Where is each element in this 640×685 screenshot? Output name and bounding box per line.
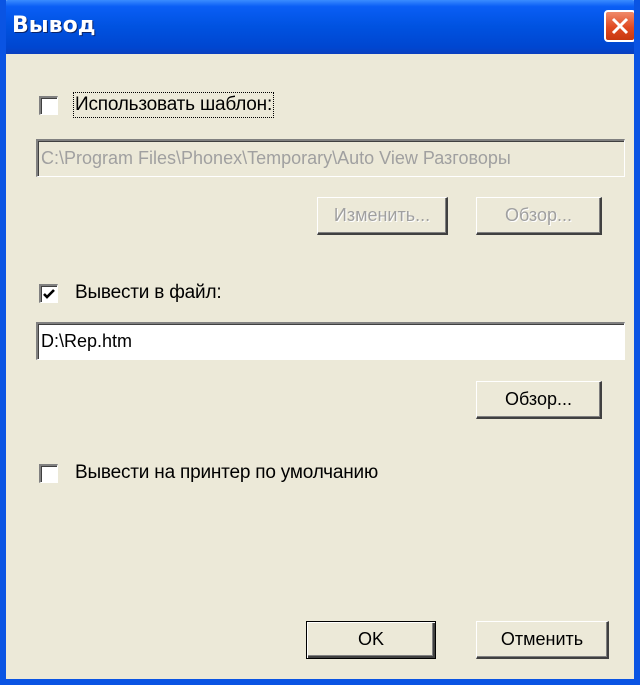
browse-file-button[interactable]: Обзор... <box>476 381 602 419</box>
ok-button[interactable]: OK <box>306 621 436 659</box>
printer-checkbox[interactable] <box>39 463 58 483</box>
dialog-body: Использовать шаблон: C:\Program Files\Ph… <box>6 54 634 679</box>
output-file-path-input[interactable]: D:\Rep.htm <box>36 322 625 360</box>
edit-template-button: Изменить... <box>317 197 448 235</box>
printer-label[interactable]: Вывести на принтер по умолчанию <box>75 462 378 484</box>
use-template-checkbox[interactable] <box>39 95 58 115</box>
use-template-label[interactable]: Использовать шаблон: <box>72 92 275 118</box>
printer-row[interactable]: Вывести на принтер по умолчанию <box>39 462 378 484</box>
output-file-checkbox[interactable] <box>39 283 58 303</box>
cancel-button[interactable]: Отменить <box>476 621 609 659</box>
output-file-label[interactable]: Вывести в файл: <box>75 282 222 304</box>
use-template-row[interactable]: Использовать шаблон: <box>39 92 275 118</box>
output-dialog: Вывод Использовать шаблон: C:\Program Fi… <box>0 0 640 685</box>
browse-template-button: Обзор... <box>476 197 602 235</box>
close-button[interactable] <box>604 10 634 42</box>
dialog-title: Вывод <box>12 13 96 38</box>
output-file-row[interactable]: Вывести в файл: <box>39 282 222 304</box>
title-bar[interactable]: Вывод <box>6 0 634 54</box>
template-path-field: C:\Program Files\Phonex\Temporary\Auto V… <box>36 139 625 177</box>
